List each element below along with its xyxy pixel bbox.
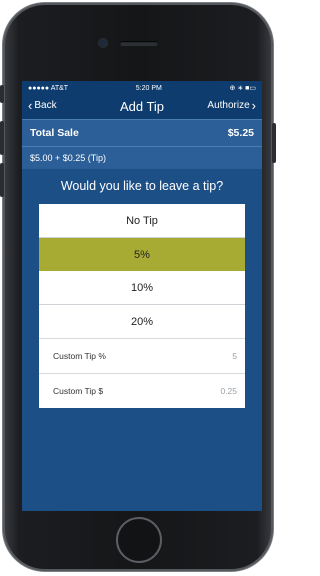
mute-switch <box>0 85 4 103</box>
tip-option-10-percent[interactable]: 10% <box>39 271 245 305</box>
power-button <box>272 123 276 163</box>
carrier-signal: ●●●●● AT&T <box>28 84 69 92</box>
clock: 5:20 PM <box>135 84 162 92</box>
total-sale-row: Total Sale $5.25 <box>22 119 262 147</box>
custom-tip-percent-field[interactable]: 5 <box>232 351 237 361</box>
chevron-right-icon: › <box>251 97 256 113</box>
volume-down-button <box>0 163 4 197</box>
authorize-button[interactable]: Authorize › <box>207 97 258 113</box>
screen: ●●●●● AT&T 5:20 PM ⊕ ∗ ■▭ ‹ Back Add Tip… <box>22 81 262 511</box>
tip-option-5-percent[interactable]: 5% <box>39 238 245 271</box>
navigation-bar: ‹ Back Add Tip Authorize › <box>22 95 262 119</box>
sale-breakdown: $5.00 + $0.25 (Tip) <box>22 147 262 169</box>
tip-option-no-tip[interactable]: No Tip <box>39 204 245 238</box>
custom-tip-percent-label: Custom Tip % <box>53 351 106 361</box>
custom-tip-amount-row[interactable]: Custom Tip $ 0.25 <box>39 373 245 408</box>
volume-up-button <box>0 121 4 155</box>
status-bar: ●●●●● AT&T 5:20 PM ⊕ ∗ ■▭ <box>22 81 262 95</box>
home-button[interactable] <box>116 517 162 563</box>
custom-tip-percent-row[interactable]: Custom Tip % 5 <box>39 338 245 373</box>
authorize-label: Authorize <box>207 100 250 111</box>
tip-question: Would you like to leave a tip? <box>60 179 224 193</box>
custom-tip-amount-label: Custom Tip $ <box>53 386 104 396</box>
earpiece-speaker <box>120 41 158 46</box>
phone-frame: ●●●●● AT&T 5:20 PM ⊕ ∗ ■▭ ‹ Back Add Tip… <box>0 3 276 571</box>
tip-options-list: No Tip 5% 10% 20% Custom Tip % 5 Custom … <box>39 204 245 408</box>
custom-tip-amount-field[interactable]: 0.25 <box>220 386 237 396</box>
tip-option-20-percent[interactable]: 20% <box>39 305 245 338</box>
total-sale-amount: $5.25 <box>227 127 254 139</box>
front-camera <box>99 39 107 47</box>
status-icons: ⊕ ∗ ■▭ <box>229 85 256 92</box>
total-sale-label: Total Sale <box>30 127 79 139</box>
